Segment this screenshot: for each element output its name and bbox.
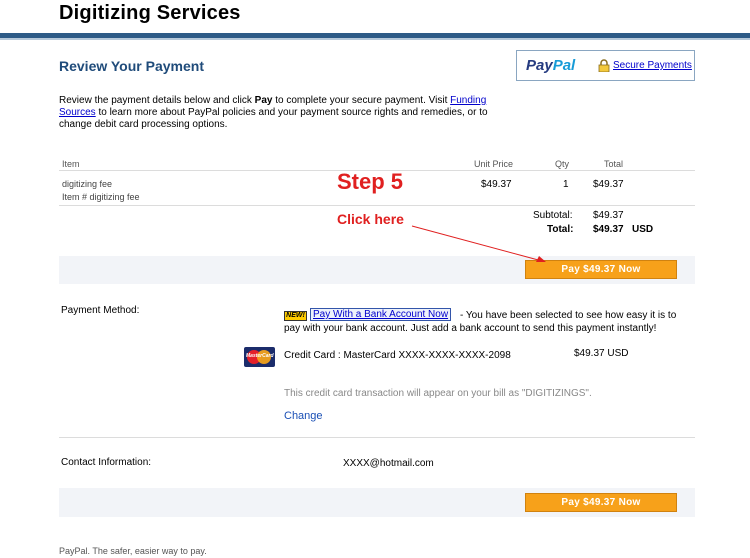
section-divider xyxy=(59,437,695,438)
bank-promo-text: - You have been selected to see how easy… xyxy=(460,310,677,321)
mastercard-logo-text: MasterCard xyxy=(246,353,274,359)
pay-now-button-bottom[interactable]: Pay $49.37 Now xyxy=(525,493,677,512)
payment-method-label: Payment Method: xyxy=(61,305,140,316)
footer-text: PayPal. The safer, easier way to pay. xyxy=(59,546,207,556)
change-payment-link[interactable]: Change xyxy=(284,410,323,422)
new-badge: NEW! xyxy=(284,311,307,321)
credit-card-amount: $49.37 USD xyxy=(574,348,629,359)
card-statement-note: This credit card transaction will appear… xyxy=(284,388,592,399)
mastercard-icon: MasterCard xyxy=(244,347,275,367)
pay-with-bank-button[interactable]: Pay With a Bank Account Now xyxy=(310,308,452,321)
credit-card-info: Credit Card : MasterCard XXXX-XXXX-XXXX-… xyxy=(284,350,511,361)
contact-email: XXXX@hotmail.com xyxy=(343,458,434,469)
bank-promo-text-2: pay with your bank account. Just add a b… xyxy=(284,323,657,334)
contact-info-label: Contact Information: xyxy=(61,457,152,468)
annotation-arrow xyxy=(411,225,546,262)
